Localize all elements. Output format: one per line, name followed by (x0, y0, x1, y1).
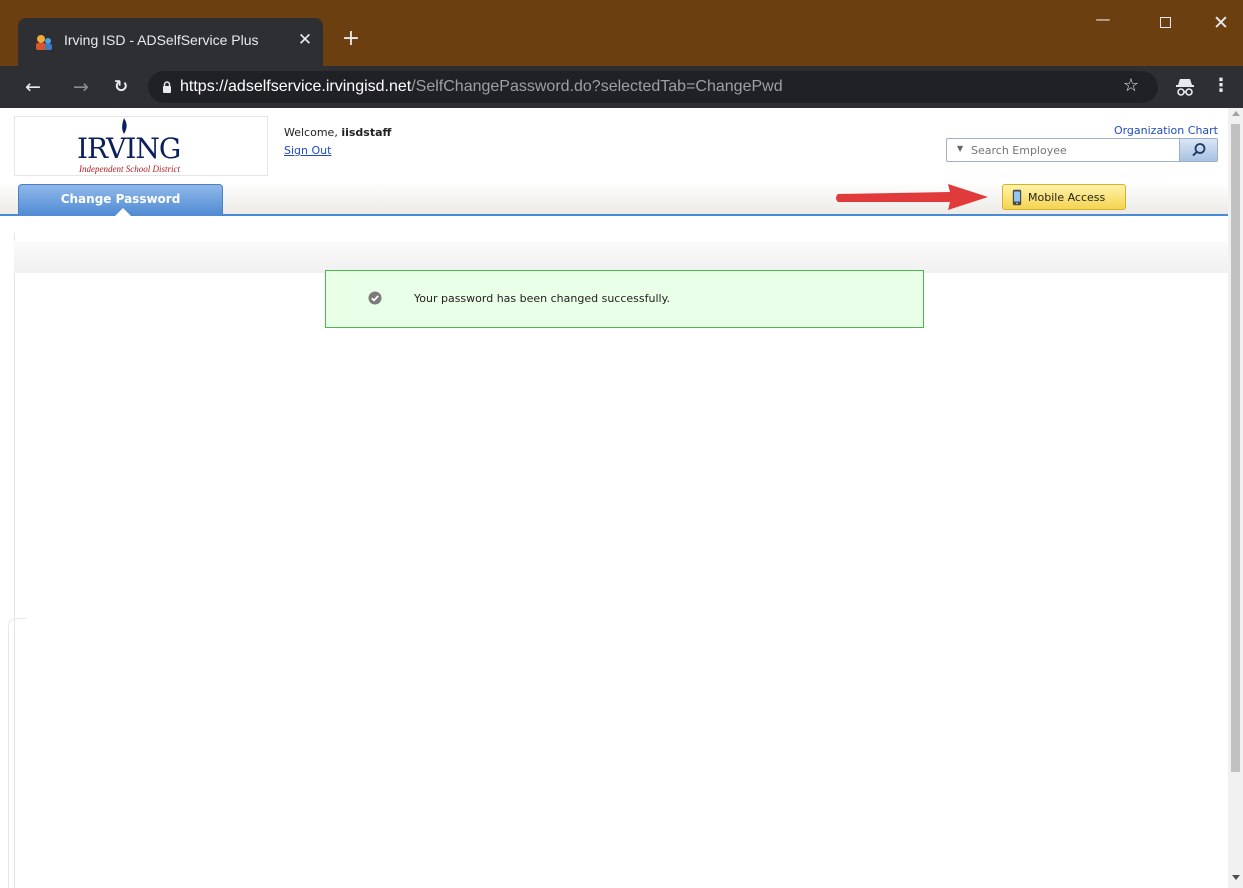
success-message: Your password has been changed successfu… (325, 270, 924, 328)
scroll-thumb[interactable] (1231, 124, 1240, 772)
mobile-access-button[interactable]: Mobile Access (1002, 184, 1126, 210)
browser-toolbar: ← → ↻ https://adselfservice.irvingisd.ne… (0, 66, 1243, 108)
mobile-access-label: Mobile Access (1028, 191, 1106, 204)
favicon-icon (36, 35, 52, 50)
star-icon[interactable]: ☆ (1118, 73, 1144, 99)
welcome-text: Welcome, iisdstaff (284, 126, 392, 139)
search-employee-input[interactable] (971, 141, 1171, 159)
maximize-icon[interactable] (1142, 10, 1188, 36)
organization-chart-link[interactable]: Organization Chart (1114, 124, 1218, 137)
page-viewport: IRVING Independent School District Welco… (0, 108, 1243, 888)
side-panel-edge (8, 618, 26, 888)
tab-label: Change Password (60, 192, 181, 206)
search-button[interactable] (1179, 139, 1217, 161)
browser-titlebar: Irving ISD - ADSelfService Plus ✕ + — ✕ (0, 0, 1243, 66)
minimize-icon[interactable]: — (1080, 10, 1126, 36)
forward-arrow-icon[interactable]: → (68, 74, 94, 100)
address-bar[interactable]: https://adselfservice.irvingisd.net/Self… (148, 71, 1158, 103)
caret-down-icon[interactable]: ▼ (957, 144, 963, 153)
vertical-scrollbar[interactable] (1228, 108, 1243, 888)
scroll-up-icon[interactable] (1232, 111, 1240, 116)
content-panel (14, 233, 1230, 888)
url-text: https://adselfservice.irvingisd.net/Self… (180, 78, 783, 95)
lock-icon (163, 81, 171, 93)
scroll-down-icon[interactable] (1232, 875, 1240, 880)
close-window-icon[interactable]: ✕ (1198, 10, 1243, 36)
content-header-band (14, 241, 1230, 273)
close-icon[interactable]: ✕ (294, 29, 316, 51)
success-message-text: Your password has been changed successfu… (414, 292, 671, 305)
username: iisdstaff (341, 126, 392, 139)
kebab-menu-icon[interactable]: ⋮ (1212, 73, 1230, 99)
back-arrow-icon[interactable]: ← (20, 74, 46, 100)
red-arrow-annotation (836, 184, 988, 210)
active-tab-indicator (115, 208, 131, 216)
browser-tab[interactable]: Irving ISD - ADSelfService Plus ✕ (18, 18, 323, 66)
sign-out-link[interactable]: Sign Out (284, 144, 331, 157)
logo-subtitle: Independent School District (79, 164, 180, 174)
logo-wordmark: IRVING (77, 132, 181, 165)
employee-search: ▼ (946, 138, 1218, 162)
check-circle-icon (368, 291, 382, 305)
mobile-phone-icon (1012, 189, 1022, 206)
reload-icon[interactable]: ↻ (108, 74, 134, 100)
tab-title: Irving ISD - ADSelfService Plus (64, 32, 259, 48)
incognito-icon[interactable] (1173, 75, 1197, 99)
plus-icon[interactable]: + (338, 27, 364, 53)
irving-logo[interactable]: IRVING Independent School District (14, 116, 268, 176)
search-icon (1192, 143, 1206, 157)
